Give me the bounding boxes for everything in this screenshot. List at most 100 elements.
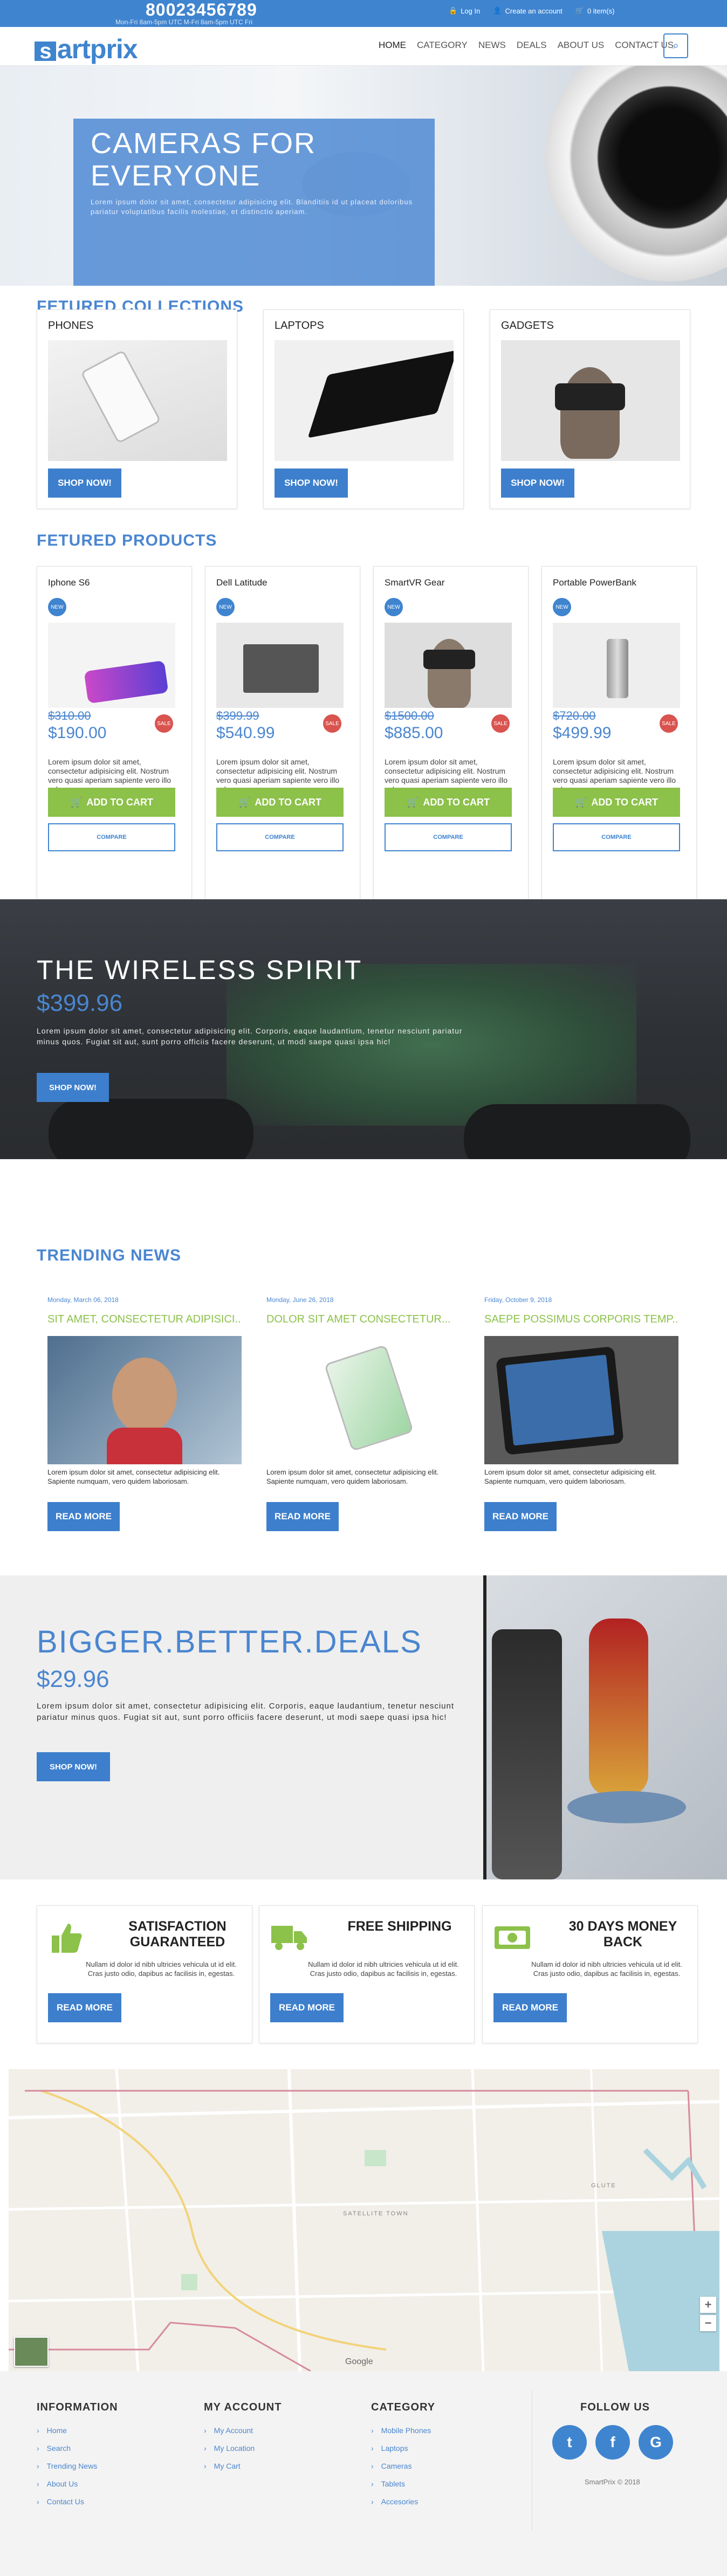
feature-card: 30 DAYS MONEY BACK Nullam id dolor id ni… — [482, 1905, 698, 2043]
collection-card-laptops: LAPTOPS SHOP NOW! — [263, 309, 464, 509]
footer-link[interactable]: › Mobile Phones — [371, 2422, 431, 2440]
feature-card: SATISFACTION GUARANTEED Nullam id dolor … — [37, 1905, 252, 2043]
product-name[interactable]: Portable PowerBank — [553, 577, 636, 588]
top-links: 🔒 Log In 👤 Create an account 🛒 0 item(s) — [449, 6, 615, 15]
product-image[interactable] — [553, 623, 680, 708]
read-more-button[interactable]: READ MORE — [47, 1502, 120, 1531]
collection-card-gadgets: GADGETS SHOP NOW! — [490, 309, 690, 509]
product-card: Portable PowerBank NEW $720.00 $499.99 S… — [541, 566, 697, 906]
feature-card: FREE SHIPPING Nullam id dolor id nibh ul… — [259, 1905, 475, 2043]
read-more-button[interactable]: READ MORE — [266, 1502, 339, 1531]
price: $190.00 — [48, 724, 107, 742]
read-more-button[interactable]: READ MORE — [484, 1502, 557, 1531]
chevron-right-icon: › — [37, 2497, 39, 2506]
login-link[interactable]: 🔒 Log In — [449, 6, 480, 15]
cart-link[interactable]: 🛒 0 item(s) — [575, 6, 615, 15]
chevron-right-icon: › — [204, 2444, 207, 2453]
logo[interactable]: s artprix — [35, 33, 138, 65]
shop-now-button[interactable]: SHOP NOW! — [37, 1073, 109, 1102]
compare-button[interactable]: COMPARE — [553, 823, 680, 851]
product-name[interactable]: Iphone S6 — [48, 577, 90, 588]
feature-title: 30 DAYS MONEY BACK — [568, 1919, 677, 1950]
product-image[interactable] — [48, 623, 175, 708]
map[interactable]: SATELLITE TOWN GLUTE + − Google — [9, 2069, 719, 2371]
satellite-toggle[interactable] — [14, 2337, 49, 2367]
nav-deals[interactable]: DEALS — [517, 40, 547, 51]
compare-button[interactable]: COMPARE — [216, 823, 344, 851]
footer-link[interactable]: › Tablets — [371, 2475, 431, 2493]
news-headline[interactable]: SAEPE POSSIMUS CORPORIS TEMP... — [484, 1313, 678, 1326]
product-name[interactable]: SmartVR Gear — [385, 577, 444, 588]
hero-text: Lorem ipsum dolor sit amet, consectetur … — [91, 198, 413, 216]
add-to-cart-button[interactable]: 🛒 ADD TO CART — [48, 788, 175, 817]
cart-icon: 🛒 — [574, 796, 587, 808]
footer-link[interactable]: › Cameras — [371, 2457, 431, 2475]
chevron-right-icon: › — [204, 2462, 207, 2470]
shop-now-button[interactable]: SHOP NOW! — [48, 469, 121, 498]
footer-link[interactable]: › My Location — [204, 2440, 255, 2457]
phone-number[interactable]: 80023456789 — [146, 0, 257, 20]
camera-lens-image — [545, 66, 727, 281]
copyright: SmartPrix © 2018 — [585, 2478, 640, 2486]
cart-icon: 🛒 — [575, 6, 584, 15]
add-to-cart-button[interactable]: 🛒 ADD TO CART — [553, 788, 680, 817]
product-image[interactable] — [216, 623, 344, 708]
nav-about[interactable]: ABOUT US — [558, 40, 605, 51]
money-icon — [493, 1919, 531, 1957]
nav-category[interactable]: CATEGORY — [417, 40, 468, 51]
compare-button[interactable]: COMPARE — [48, 823, 175, 851]
read-more-button[interactable]: READ MORE — [493, 1993, 567, 2022]
shop-now-button[interactable]: SHOP NOW! — [37, 1752, 110, 1781]
deals-text: Lorem ipsum dolor sit amet, consectetur … — [37, 1702, 455, 1722]
footer-link[interactable]: › Laptops — [371, 2440, 431, 2457]
create-account-link[interactable]: 👤 Create an account — [493, 6, 562, 15]
footer-link[interactable]: › About Us — [37, 2475, 97, 2493]
add-to-cart-button[interactable]: 🛒 ADD TO CART — [385, 788, 512, 817]
news-image[interactable] — [484, 1336, 678, 1464]
footer-link[interactable]: › Search — [37, 2440, 97, 2457]
add-to-cart-button[interactable]: 🛒 ADD TO CART — [216, 788, 344, 817]
twitter-icon[interactable]: t — [552, 2425, 587, 2460]
zoom-out-button[interactable]: − — [700, 2315, 716, 2331]
chevron-right-icon: › — [371, 2497, 374, 2506]
deals-price: $29.96 — [37, 1666, 109, 1692]
collection-card-phones: PHONES SHOP NOW! — [37, 309, 237, 509]
chevron-right-icon: › — [37, 2479, 39, 2488]
read-more-button[interactable]: READ MORE — [270, 1993, 344, 2022]
products-title: FETURED PRODUCTS — [37, 532, 217, 549]
news-image[interactable] — [47, 1336, 242, 1464]
chevron-right-icon: › — [37, 2462, 39, 2470]
zoom-in-button[interactable]: + — [700, 2297, 716, 2313]
footer-link[interactable]: › Contact Us — [37, 2493, 97, 2511]
google-icon[interactable]: G — [639, 2425, 673, 2460]
footer-heading: MY ACCOUNT — [204, 2401, 282, 2413]
read-more-button[interactable]: READ MORE — [48, 1993, 121, 2022]
news-date: Monday, March 06, 2018 — [47, 1296, 119, 1304]
footer-link[interactable]: › My Account — [204, 2422, 255, 2440]
facebook-icon[interactable]: f — [595, 2425, 630, 2460]
gadgets-image — [501, 340, 680, 461]
search-button[interactable]: ⌕ — [663, 33, 688, 58]
footer-link[interactable]: › My Cart — [204, 2457, 255, 2475]
shop-now-button[interactable]: SHOP NOW! — [275, 469, 348, 498]
news-headline[interactable]: SIT AMET, CONSECTETUR ADIPISICI... — [47, 1313, 242, 1326]
nav-home[interactable]: HOME — [379, 40, 406, 51]
map-roads — [9, 2069, 719, 2371]
lock-icon: 🔒 — [449, 6, 458, 15]
news-text: Lorem ipsum dolor sit amet, consectetur … — [47, 1468, 220, 1485]
footer-link[interactable]: › Trending News — [37, 2457, 97, 2475]
footer-heading: FOLLOW US — [580, 2401, 650, 2413]
compare-button[interactable]: COMPARE — [385, 823, 512, 851]
chevron-right-icon: › — [37, 2426, 39, 2435]
product-name[interactable]: Dell Latitude — [216, 577, 268, 588]
footer-link[interactable]: › Accesories — [371, 2493, 431, 2511]
top-bar — [0, 0, 727, 27]
logo-text: artprix — [57, 34, 138, 64]
nav-news[interactable]: NEWS — [478, 40, 506, 51]
shop-now-button[interactable]: SHOP NOW! — [501, 469, 574, 498]
product-image[interactable] — [385, 623, 512, 708]
footer-link[interactable]: › Home — [37, 2422, 97, 2440]
map-label: GLUTE — [591, 2182, 616, 2189]
news-image[interactable] — [266, 1336, 461, 1464]
news-headline[interactable]: DOLOR SIT AMET CONSECTETUR... — [266, 1313, 461, 1326]
